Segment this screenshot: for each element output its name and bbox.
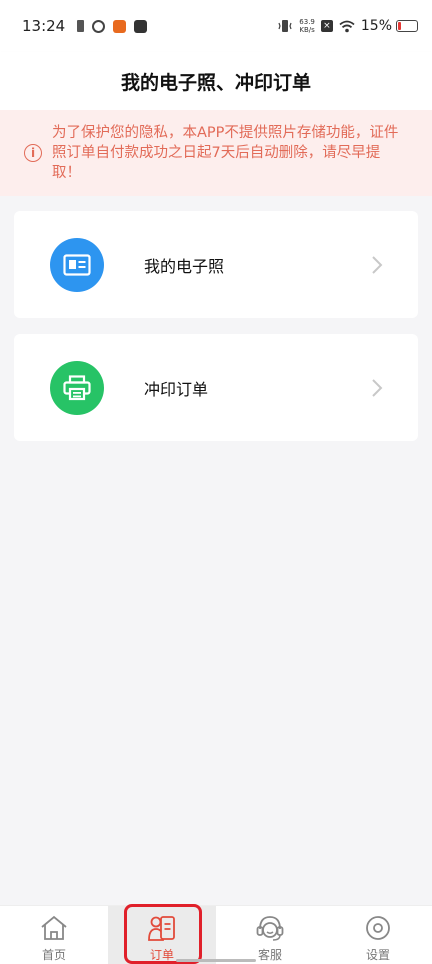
nav-orders-label: 订单 bbox=[149, 948, 174, 962]
battery-indicator: 15% bbox=[361, 18, 418, 34]
privacy-notice: i 为了保护您的隐私，本APP不提供照片存储功能，证件照订单自付款成功之日起7天… bbox=[0, 110, 432, 196]
chevron-right-icon bbox=[372, 255, 383, 274]
page-title: 我的电子照、冲印订单 bbox=[120, 71, 311, 94]
id-card-icon bbox=[50, 237, 104, 292]
home-indicator bbox=[176, 959, 256, 962]
battery-saver-icon bbox=[77, 20, 85, 32]
network-speed-unit: KB/s bbox=[299, 26, 315, 34]
printer-icon bbox=[50, 360, 104, 415]
wifi-icon bbox=[339, 20, 355, 32]
app-notification-icon bbox=[113, 19, 127, 33]
battery-icon bbox=[396, 20, 418, 32]
nav-home-label: 首页 bbox=[41, 948, 66, 962]
settings-icon bbox=[366, 916, 390, 940]
status-bar: 13:24 63.9 KB/s × 15% bbox=[0, 0, 432, 52]
bottom-nav: 首页 订单 客服 设置 bbox=[0, 905, 432, 964]
privacy-notice-text: 为了保护您的隐私，本APP不提供照片存储功能，证件照订单自付款成功之日起7天后自… bbox=[52, 125, 399, 181]
network-speed-value: 63.9 bbox=[299, 18, 315, 26]
electronic-photo-card[interactable]: 我的电子照 bbox=[14, 211, 418, 318]
chevron-right-icon bbox=[372, 378, 383, 397]
home-icon bbox=[41, 915, 67, 940]
shopping-bag-icon bbox=[134, 19, 148, 33]
nav-settings[interactable]: 设置 bbox=[324, 906, 432, 964]
nav-settings-label: 设置 bbox=[365, 948, 390, 962]
nav-orders[interactable]: 订单 bbox=[108, 906, 216, 964]
print-order-label: 冲印订单 bbox=[144, 379, 209, 399]
nav-customer-service-label: 客服 bbox=[257, 948, 282, 962]
status-left: 13:24 bbox=[22, 17, 148, 35]
no-sim-icon: × bbox=[320, 20, 333, 32]
nav-customer-service[interactable]: 客服 bbox=[216, 906, 324, 964]
print-order-card[interactable]: 冲印订单 bbox=[14, 334, 418, 441]
battery-percent: 15% bbox=[360, 18, 392, 34]
page-header: 我的电子照、冲印订单 bbox=[0, 52, 432, 110]
sync-icon bbox=[92, 19, 106, 33]
nav-home[interactable]: 首页 bbox=[0, 906, 108, 964]
order-icon bbox=[148, 916, 175, 941]
info-icon: i bbox=[24, 144, 42, 162]
status-right: 63.9 KB/s × 15% bbox=[277, 18, 418, 34]
network-speed: 63.9 KB/s bbox=[299, 18, 315, 34]
vibrate-icon bbox=[278, 20, 292, 32]
headset-icon bbox=[256, 916, 284, 941]
electronic-photo-label: 我的电子照 bbox=[144, 256, 225, 276]
status-time: 13:24 bbox=[22, 17, 66, 35]
